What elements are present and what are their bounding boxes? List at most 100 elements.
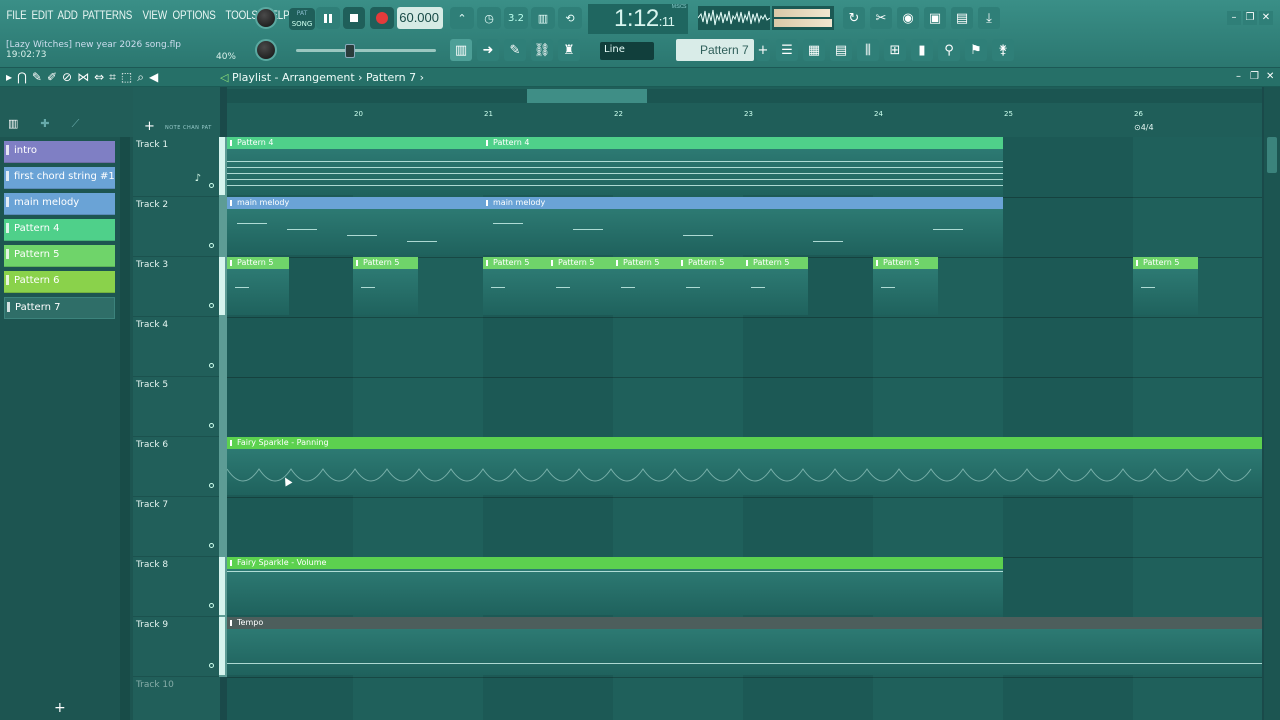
- piano-roll-button[interactable]: ▦: [803, 39, 825, 61]
- track-header-4[interactable]: Track 4: [133, 317, 220, 377]
- download-button[interactable]: ⤓: [978, 7, 1000, 29]
- master-volume-knob[interactable]: [255, 7, 277, 29]
- clip-automation-volume[interactable]: Fairy Sparkle - Volume: [227, 557, 1003, 615]
- picker-item-intro[interactable]: intro: [4, 141, 115, 163]
- save-button[interactable]: ▣: [924, 7, 946, 29]
- clip-pattern-5[interactable]: Pattern 5: [678, 257, 743, 315]
- track-mute-dot[interactable]: [209, 183, 214, 188]
- clip-automation-panning[interactable]: Fairy Sparkle - Panning: [227, 437, 1262, 495]
- audio-input-button[interactable]: ◉: [897, 7, 919, 29]
- time-signature-marker[interactable]: ⊙4/4: [1134, 123, 1154, 132]
- piano-tab-icon[interactable]: ▥: [8, 117, 18, 131]
- select-icon[interactable]: ⬚: [121, 70, 132, 85]
- current-pattern[interactable]: Pattern 7: [366, 71, 416, 84]
- track-mute-dot[interactable]: [209, 663, 214, 668]
- vertical-scrollbar[interactable]: [1264, 87, 1280, 720]
- track-mute-dot[interactable]: [209, 363, 214, 368]
- clip-main-melody[interactable]: main melody: [227, 197, 483, 255]
- playlist-button[interactable]: ☰: [776, 39, 798, 61]
- picker-item-pattern-6[interactable]: Pattern 6: [4, 271, 115, 293]
- playlist-minimize[interactable]: –: [1236, 71, 1241, 82]
- restore-button[interactable]: ❐: [1243, 11, 1257, 25]
- metronome-button[interactable]: ⌃: [450, 7, 474, 29]
- record-button[interactable]: [370, 7, 394, 29]
- picker-item-pattern-7[interactable]: Pattern 7: [4, 297, 115, 319]
- stamp-button[interactable]: ♜: [558, 39, 580, 61]
- clip-main-melody[interactable]: main melody: [483, 197, 1003, 255]
- piano-view-button[interactable]: ▥: [450, 39, 472, 61]
- track-mute-dot[interactable]: [209, 483, 214, 488]
- clip-pattern-5[interactable]: Pattern 5: [743, 257, 808, 315]
- mute-icon[interactable]: ⋈: [77, 70, 89, 85]
- stop-button[interactable]: [343, 7, 365, 29]
- plugin-button[interactable]: ▤: [951, 7, 973, 29]
- menu-add[interactable]: ADD: [55, 8, 80, 22]
- track-mute-dot[interactable]: [209, 303, 214, 308]
- track-header-2[interactable]: Track 2: [133, 197, 220, 257]
- automation-tab-icon[interactable]: ⟋: [72, 117, 80, 131]
- add-pattern-button[interactable]: +: [756, 39, 770, 61]
- play-button[interactable]: [316, 7, 340, 29]
- tempo-tapper-button[interactable]: ⚵: [992, 39, 1014, 61]
- playlist-close[interactable]: ✕: [1266, 71, 1274, 82]
- pencil-icon[interactable]: ✎: [32, 70, 42, 85]
- pattern-selector[interactable]: Pattern 7: [676, 39, 754, 61]
- song-pattern-toggle[interactable]: PAT SONG: [289, 8, 315, 30]
- add-track-icon[interactable]: +: [144, 119, 155, 134]
- speaker-icon[interactable]: ◀: [149, 70, 158, 85]
- play-arrow-icon[interactable]: ▸: [6, 70, 12, 85]
- playlist-grid[interactable]: Pattern 4 Pattern 4 main melody main mel…: [227, 137, 1262, 720]
- picker-scrollbar[interactable]: [120, 137, 130, 720]
- ruler[interactable]: 20 21 22 23 24 25 26 ⊙4/4: [227, 107, 1262, 137]
- track-mute-dot[interactable]: [209, 543, 214, 548]
- step-edit-button[interactable]: ▥: [531, 7, 555, 29]
- link-button[interactable]: ⛓: [531, 39, 553, 61]
- track-header-3[interactable]: Track 3: [133, 257, 220, 317]
- undo-button[interactable]: ↻: [843, 7, 865, 29]
- magnet-icon[interactable]: ⋂: [17, 70, 27, 85]
- track-header-10[interactable]: Track 10: [133, 677, 220, 720]
- track-mute-dot[interactable]: [209, 423, 214, 428]
- slip-icon[interactable]: ⇔: [94, 70, 104, 85]
- countdown-button[interactable]: 3.2: [504, 7, 528, 29]
- browser-button[interactable]: ⊞: [884, 39, 906, 61]
- menu-file[interactable]: FILE: [4, 8, 29, 22]
- draw-mode-button[interactable]: ✎: [504, 39, 526, 61]
- track-header-9[interactable]: Track 9: [133, 617, 220, 677]
- track-mute-dot[interactable]: [209, 603, 214, 608]
- slice-icon[interactable]: ⌗: [109, 70, 116, 85]
- performance-button[interactable]: ⚑: [965, 39, 987, 61]
- track-mute-dot[interactable]: [209, 243, 214, 248]
- song-time-display[interactable]: 1:12:11 M:S:CS: [588, 4, 688, 34]
- picker-item-first-chord-string[interactable]: first chord string #1: [4, 167, 115, 189]
- picker-item-pattern-5[interactable]: Pattern 5: [4, 245, 115, 267]
- cut-button[interactable]: ✂: [870, 7, 892, 29]
- timeline[interactable]: 20 21 22 23 24 25 26 ⊙4/4: [227, 87, 1262, 137]
- picker-item-pattern-4[interactable]: Pattern 4: [4, 219, 115, 241]
- zoom-icon[interactable]: ⌕: [137, 70, 144, 85]
- clip-automation-tempo[interactable]: Tempo: [227, 617, 1262, 675]
- menu-edit[interactable]: EDIT: [29, 8, 56, 22]
- delete-icon[interactable]: ⊘: [62, 70, 72, 85]
- audio-tab-icon[interactable]: ✚: [40, 117, 49, 131]
- clip-pattern-4[interactable]: Pattern 4: [483, 137, 1003, 195]
- picker-add-icon[interactable]: +: [54, 700, 66, 716]
- channel-rack-button[interactable]: ▤: [830, 39, 852, 61]
- wait-for-input-button[interactable]: ◷: [477, 7, 501, 29]
- menu-view[interactable]: VIEW: [140, 8, 169, 22]
- track-header-1[interactable]: Track 1 ♪: [133, 137, 220, 197]
- clip-pattern-5[interactable]: Pattern 5: [227, 257, 289, 315]
- snap-selector[interactable]: Line: [600, 42, 654, 60]
- overview-strip[interactable]: [227, 89, 1262, 103]
- clip-pattern-4[interactable]: Pattern 4: [227, 137, 483, 195]
- menu-options[interactable]: OPTIONS: [170, 8, 218, 22]
- track-header-6[interactable]: Track 6: [133, 437, 220, 497]
- clip-pattern-5[interactable]: Pattern 5: [1133, 257, 1198, 315]
- brush-icon[interactable]: ✐: [47, 70, 57, 85]
- clip-pattern-5[interactable]: Pattern 5: [548, 257, 613, 315]
- menu-patterns[interactable]: PATTERNS: [80, 8, 135, 22]
- plugin-database-button[interactable]: ⚲: [938, 39, 960, 61]
- track-header-7[interactable]: Track 7: [133, 497, 220, 557]
- tempo-display[interactable]: 60.000: [397, 7, 443, 29]
- typing-keyboard-button[interactable]: ➜: [477, 39, 499, 61]
